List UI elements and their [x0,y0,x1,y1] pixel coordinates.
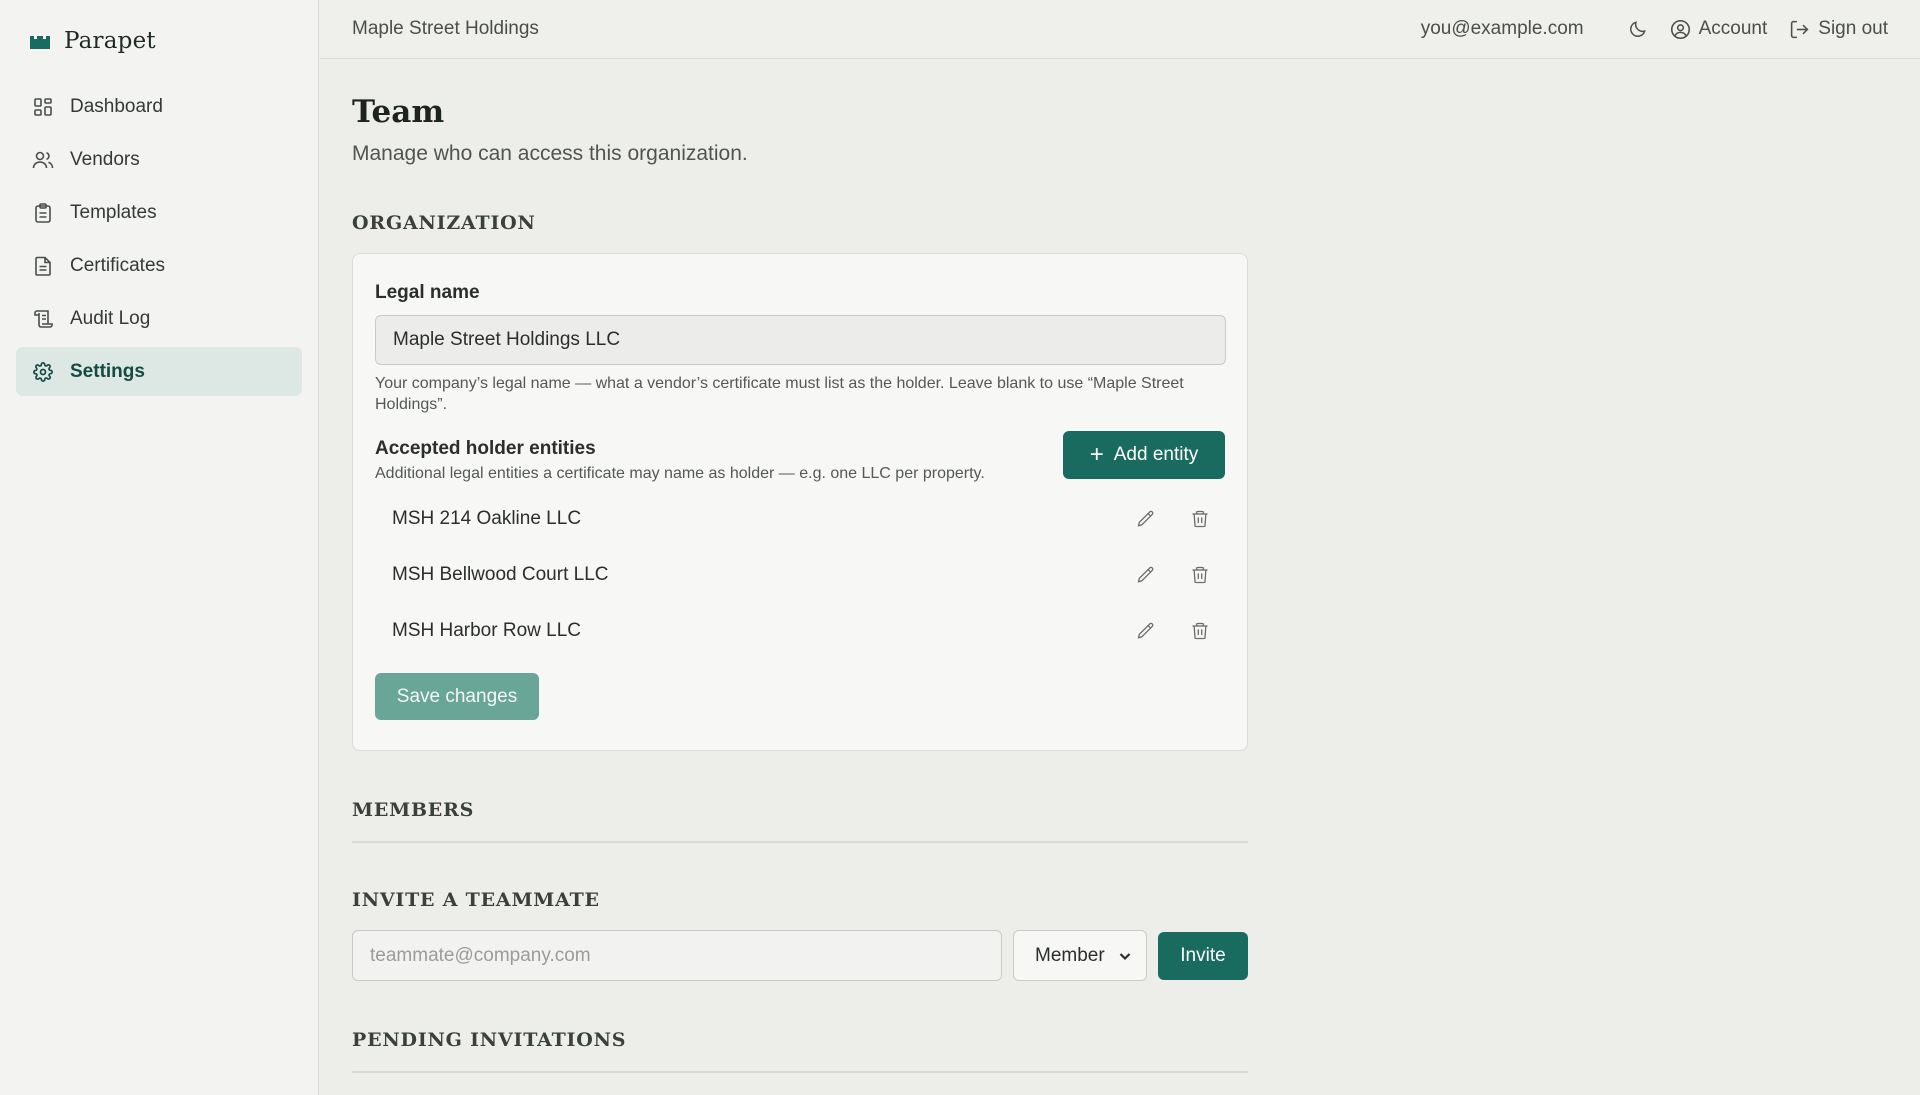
topbar-actions: you@example.com Account Sign out [1421,18,1888,40]
sidebar-item-label: Settings [70,360,145,382]
sidebar-item-vendors[interactable]: Vendors [16,135,302,184]
theme-toggle-button[interactable] [1628,19,1648,39]
entity-name: MSH Harbor Row LLC [392,620,581,641]
edit-entity-button[interactable] [1131,504,1161,534]
page-title: Team [352,94,445,130]
pending-divider [352,1071,1248,1073]
org-name: Maple Street Holdings [352,18,539,39]
entity-name: MSH 214 Oakline LLC [392,508,582,529]
account-button[interactable]: Account [1670,18,1768,40]
scroll-icon [32,308,54,330]
members-divider [352,841,1248,843]
sign-out-label: Sign out [1818,18,1888,39]
sidebar-item-label: Dashboard [70,95,163,117]
role-select[interactable]: Member [1013,930,1147,981]
list-item: MSH Bellwood Court LLC [375,547,1225,603]
sidebar-item-templates[interactable]: Templates [16,188,302,237]
users-icon [32,149,54,171]
entity-list: MSH 214 Oakline LLC MSH Bellwood Court L… [375,491,1225,659]
list-item: MSH 214 Oakline LLC [375,491,1225,547]
entity-name: MSH Bellwood Court LLC [392,564,609,585]
entities-title: Accepted holder entities [375,438,596,459]
brand-name: Parapet [64,28,156,54]
sidebar-item-label: Audit Log [70,307,151,329]
user-email: you@example.com [1420,18,1584,39]
sidebar-item-certificates[interactable]: Certificates [16,241,302,290]
organization-heading: Organization [352,212,536,234]
plus-icon: + [1089,441,1104,468]
parapet-logo-icon [30,36,50,49]
page-subtitle: Manage who can access this organization. [352,142,748,165]
pencil-icon [1137,566,1154,583]
main-content: Team Manage who can access this organiza… [352,59,1248,1073]
legal-name-help: Your company’s legal name — what a vendo… [375,375,1184,413]
legal-name-input[interactable]: Maple Street Holdings LLC [375,315,1226,365]
invite-email-input[interactable]: teammate@company.com [352,930,1002,981]
pencil-icon [1137,622,1154,639]
sign-out-icon [1791,20,1809,38]
delete-entity-button[interactable] [1185,616,1215,646]
entities-header: Accepted holder entities Additional lega… [375,431,1225,483]
pending-invitations-heading: Pending invitations [352,1029,627,1051]
members-heading: Members [352,799,475,821]
pencil-icon [1137,510,1154,527]
sidebar-item-audit-log[interactable]: Audit Log [16,294,302,343]
list-item: MSH Harbor Row LLC [375,603,1225,659]
sign-out-button[interactable]: Sign out [1789,18,1888,40]
organization-card: Legal name Maple Street Holdings LLC You… [352,253,1248,751]
gear-icon [32,361,54,383]
invite-heading: Invite a teammate [352,889,600,911]
brand[interactable]: Parapet [0,0,318,82]
sidebar: Parapet Dashboard Vendors Templates Cert… [0,0,319,1095]
chevron-down-icon [1119,952,1131,960]
sidebar-item-settings[interactable]: Settings [16,347,302,396]
add-entity-label: Add entity [1113,444,1199,465]
edit-entity-button[interactable] [1131,616,1161,646]
moon-icon [1629,21,1646,37]
trash-icon [1192,566,1208,584]
sidebar-item-dashboard[interactable]: Dashboard [16,82,302,131]
edit-entity-button[interactable] [1131,560,1161,590]
sidebar-item-label: Certificates [70,254,166,276]
invite-form: teammate@company.com Member Invite [352,930,1248,981]
sidebar-nav: Dashboard Vendors Templates Certificates… [0,82,318,396]
topbar: Maple Street Holdings you@example.com Ac… [320,0,1920,59]
role-select-value: Member [1035,944,1105,966]
delete-entity-button[interactable] [1185,560,1215,590]
user-circle-icon [1670,19,1690,39]
add-entity-button[interactable]: + Add entity [1063,431,1225,479]
sidebar-item-label: Vendors [70,148,140,170]
document-icon [32,255,54,277]
save-changes-button[interactable]: Save changes [375,673,539,720]
account-label: Account [1698,18,1768,39]
trash-icon [1192,510,1208,528]
legal-name-label: Legal name [375,282,480,303]
sidebar-item-label: Templates [70,201,157,223]
clipboard-icon [32,202,54,224]
entities-description: Additional legal entities a certificate … [375,465,985,482]
invite-button[interactable]: Invite [1158,931,1248,980]
trash-icon [1192,622,1208,640]
dashboard-icon [32,96,54,118]
delete-entity-button[interactable] [1185,504,1215,534]
